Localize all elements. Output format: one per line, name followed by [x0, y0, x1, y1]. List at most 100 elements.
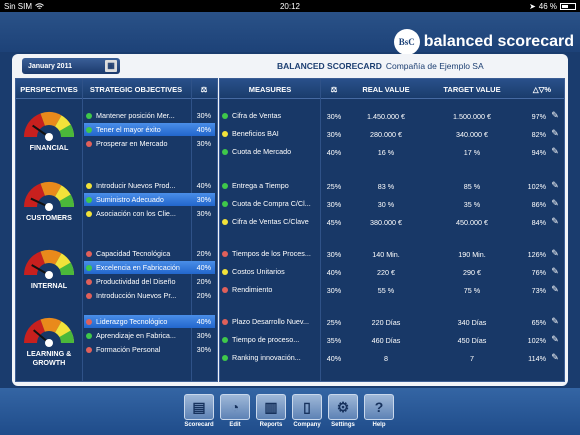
objective-name: Productividad del Diseño: [96, 277, 176, 286]
toolbar-reports-button[interactable]: ▥ Reports: [256, 394, 286, 428]
measure-target: 85 %: [463, 182, 481, 191]
measure-row[interactable]: Costos Unitarios: [222, 265, 318, 278]
edit-icon[interactable]: ✎: [550, 146, 560, 156]
measure-real: 55 %: [377, 286, 395, 295]
edit-icon[interactable]: ✎: [550, 284, 560, 294]
measure-row[interactable]: Plazo Desarrollo Nuev...: [222, 315, 318, 328]
measure-weight: 40%: [326, 268, 342, 277]
objective-row[interactable]: Introducción Nuevos Pr... 20%: [84, 289, 215, 302]
objective-weight: 20%: [196, 277, 211, 286]
toolbar-scorecard-button[interactable]: ▤ Scorecard: [184, 394, 214, 428]
objective-name: Mantener posición Mer...: [96, 111, 175, 120]
objective-row[interactable]: Suministro Adecuado 30%: [84, 193, 215, 206]
toolbar-company-button[interactable]: ▯ Company: [292, 394, 322, 428]
objective-name: Introducir Nuevos Prod...: [96, 181, 176, 190]
edit-icon[interactable]: ✎: [550, 352, 560, 362]
perspective-0[interactable]: FINANCIAL: [16, 107, 82, 152]
edit-icon[interactable]: ✎: [550, 248, 560, 258]
toolbar-help-button[interactable]: ? Help: [364, 394, 394, 428]
objective-row[interactable]: Aprendizaje en Fabrica... 30%: [84, 329, 215, 342]
edit-icon[interactable]: ✎: [550, 110, 560, 120]
real-value-header: REAL VALUE: [362, 84, 410, 94]
perspective-3[interactable]: LEARNING & GROWTH: [16, 313, 82, 367]
measure-target: 35 %: [463, 200, 481, 209]
perspectives-header: PERSPECTIVES: [20, 84, 78, 94]
measure-row[interactable]: Tiempo de proceso...: [222, 333, 318, 346]
objective-row[interactable]: Capacidad Tecnológica 20%: [84, 247, 215, 260]
status-dot: [86, 140, 92, 147]
measure-row[interactable]: Ranking innovación...: [222, 351, 318, 364]
status-dot: [86, 264, 92, 271]
status-dot: [222, 112, 228, 119]
measure-row[interactable]: Cuota de Mercado: [222, 145, 318, 158]
measure-target: 190 Min.: [458, 250, 486, 259]
carrier-label: Sin SIM: [4, 1, 33, 11]
app-header: BsC balanced scorecard: [0, 12, 580, 55]
measure-real: 280.000 €: [370, 130, 402, 139]
measure-target: 340.000 €: [456, 130, 488, 139]
battery-icon: [560, 2, 577, 10]
edit-icon[interactable]: ✎: [550, 198, 560, 208]
objective-row[interactable]: Prosperar en Mercado 30%: [84, 137, 215, 150]
status-dot: [222, 286, 228, 293]
objective-row[interactable]: Productividad del Diseño 20%: [84, 275, 215, 288]
objective-row[interactable]: Introducir Nuevos Prod... 40%: [84, 179, 215, 192]
objective-row[interactable]: Excelencia en Fabricación 40%: [84, 261, 215, 274]
measure-row[interactable]: Entrega a Tiempo: [222, 179, 318, 192]
status-dot: [86, 182, 92, 189]
wifi-icon: [35, 2, 44, 9]
objective-weight: 20%: [196, 291, 211, 300]
measure-real: 30 %: [377, 200, 395, 209]
perspective-1[interactable]: CUSTOMERS: [16, 177, 82, 222]
measure-row[interactable]: Cuota de Compra C/Cl...: [222, 197, 318, 210]
perspective-label: FINANCIAL: [29, 143, 69, 152]
toolbar-label: Company: [293, 422, 321, 428]
edit-icon[interactable]: ✎: [550, 128, 560, 138]
measure-name: Costos Unitarios: [232, 267, 285, 276]
objective-row[interactable]: Asociación con los Clie... 30%: [84, 207, 215, 220]
weight-scale-icon[interactable]: ⚖: [191, 79, 217, 99]
status-dot: [222, 218, 228, 225]
edit-icon[interactable]: ✎: [550, 334, 560, 344]
measure-name: Tiempo de proceso...: [232, 335, 300, 344]
measure-pct: 97%: [531, 112, 546, 121]
status-dot: [222, 250, 228, 257]
brand-name: balanced scorecard: [423, 33, 574, 50]
measure-row[interactable]: Rendimiento: [222, 283, 318, 296]
measure-pct: 82%: [531, 130, 546, 139]
perspective-2[interactable]: INTERNAL: [16, 245, 82, 290]
edit-icon[interactable]: ✎: [550, 316, 560, 326]
objective-weight: 30%: [196, 195, 211, 204]
edit-icon[interactable]: ✎: [550, 266, 560, 276]
weight-scale-icon[interactable]: ⚖: [320, 79, 348, 99]
toolbar-edit-button[interactable]: ◔ Edit: [220, 394, 250, 428]
perspective-label: INTERNAL: [30, 281, 68, 290]
measure-real: 1.450.000 €: [367, 112, 405, 121]
scorecard-panel: January 2011 ▦ BALANCED SCORECARD Compañí…: [12, 54, 568, 386]
status-dot: [86, 196, 92, 203]
objective-row[interactable]: Mantener posición Mer... 30%: [84, 109, 215, 122]
objective-name: Introducción Nuevos Pr...: [96, 291, 177, 300]
status-dot: [222, 268, 228, 275]
toolbar-settings-button[interactable]: ⚙ Settings: [328, 394, 358, 428]
toolbar-label: Scorecard: [184, 422, 214, 428]
measure-pct: 126%: [527, 250, 546, 259]
bar-chart-icon: ▥: [256, 394, 286, 420]
calendar-icon[interactable]: ▦: [105, 60, 117, 72]
date-picker-button[interactable]: January 2011 ▦: [22, 58, 120, 74]
measure-row[interactable]: Cifra de Ventas C/Clave: [222, 215, 318, 228]
objective-row[interactable]: Formación Personal 30%: [84, 343, 215, 356]
edit-icon[interactable]: ✎: [550, 216, 560, 226]
toolbar-label: Reports: [259, 422, 283, 428]
objective-weight: 30%: [196, 331, 211, 340]
measure-real: 220 €: [377, 268, 395, 277]
measure-weight: 35%: [326, 336, 342, 345]
measure-row[interactable]: Tiempos de los Proces...: [222, 247, 318, 260]
objective-row[interactable]: Tener el mayor éxito 40%: [84, 123, 215, 136]
objective-name: Suministro Adecuado: [96, 195, 164, 204]
measure-row[interactable]: Cifra de Ventas: [222, 109, 318, 122]
clock: 20:12: [279, 1, 301, 11]
objective-row[interactable]: Liderazgo Tecnológico 40%: [84, 315, 215, 328]
measure-row[interactable]: Beneficios BAI: [222, 127, 318, 140]
edit-icon[interactable]: ✎: [550, 180, 560, 190]
